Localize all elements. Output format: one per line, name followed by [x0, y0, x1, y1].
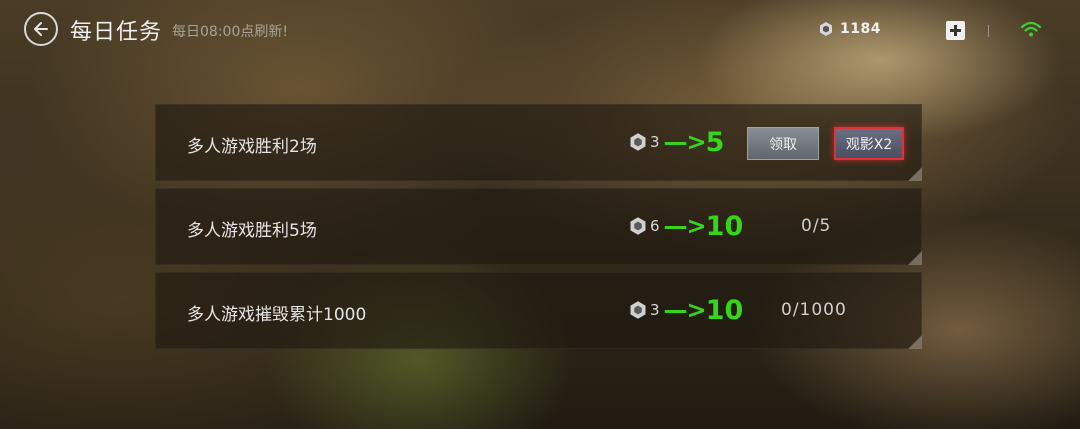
- reward-old-value: 3: [650, 301, 660, 319]
- reward-new-value: 10: [705, 294, 744, 326]
- reward-arrow: —>: [663, 212, 707, 240]
- add-currency-button[interactable]: [946, 21, 965, 40]
- task-reward: 3 —> 10: [628, 294, 743, 326]
- task-list: 多人游戏胜利2场 3 —> 5 领取 观影X2 多人游戏胜利5场 6 —> 10…: [155, 104, 922, 349]
- hex-gem-icon: [820, 22, 832, 36]
- reward-arrow: —>: [663, 296, 707, 324]
- hex-gem-icon: [630, 301, 646, 319]
- back-arrow-icon: [34, 22, 48, 36]
- task-row: 多人游戏胜利5场 6 —> 10 0/5: [155, 188, 922, 265]
- refresh-note: 每日08:00点刷新!: [172, 24, 288, 40]
- task-name: 多人游戏摧毁累计1000: [187, 305, 367, 325]
- task-progress: 0/5: [801, 216, 832, 236]
- reward-arrow: —>: [663, 128, 707, 156]
- row-corner-decoration: [908, 251, 922, 265]
- plus-icon: [950, 25, 961, 36]
- currency-value: 1184: [840, 21, 881, 37]
- currency-display: 1184: [818, 21, 881, 37]
- row-corner-decoration: [908, 335, 922, 349]
- task-name: 多人游戏胜利5场: [187, 221, 317, 241]
- hex-gem-icon: [630, 133, 646, 151]
- row-corner-decoration: [908, 167, 922, 181]
- back-button[interactable]: [24, 12, 58, 46]
- reward-old-value: 3: [650, 133, 660, 151]
- task-row: 多人游戏摧毁累计1000 3 —> 10 0/1000: [155, 272, 922, 349]
- reward-new-value: 5: [705, 126, 725, 158]
- task-name: 多人游戏胜利2场: [187, 137, 317, 157]
- watch-ad-button[interactable]: 观影X2: [834, 127, 904, 160]
- task-row: 多人游戏胜利2场 3 —> 5 领取 观影X2: [155, 104, 922, 181]
- task-reward: 6 —> 10: [628, 210, 743, 242]
- reward-old-value: 6: [650, 217, 660, 235]
- page-title: 每日任务: [70, 20, 163, 45]
- reward-new-value: 10: [705, 210, 744, 242]
- divider: [988, 25, 989, 37]
- wifi-icon: [1020, 21, 1042, 37]
- hex-gem-icon: [630, 217, 646, 235]
- task-reward: 3 —> 5: [628, 126, 724, 158]
- wifi-status: [1020, 20, 1042, 42]
- claim-button[interactable]: 领取: [747, 127, 819, 160]
- task-progress: 0/1000: [781, 300, 847, 320]
- top-bar: 每日任务 每日08:00点刷新! 1184: [0, 0, 1080, 58]
